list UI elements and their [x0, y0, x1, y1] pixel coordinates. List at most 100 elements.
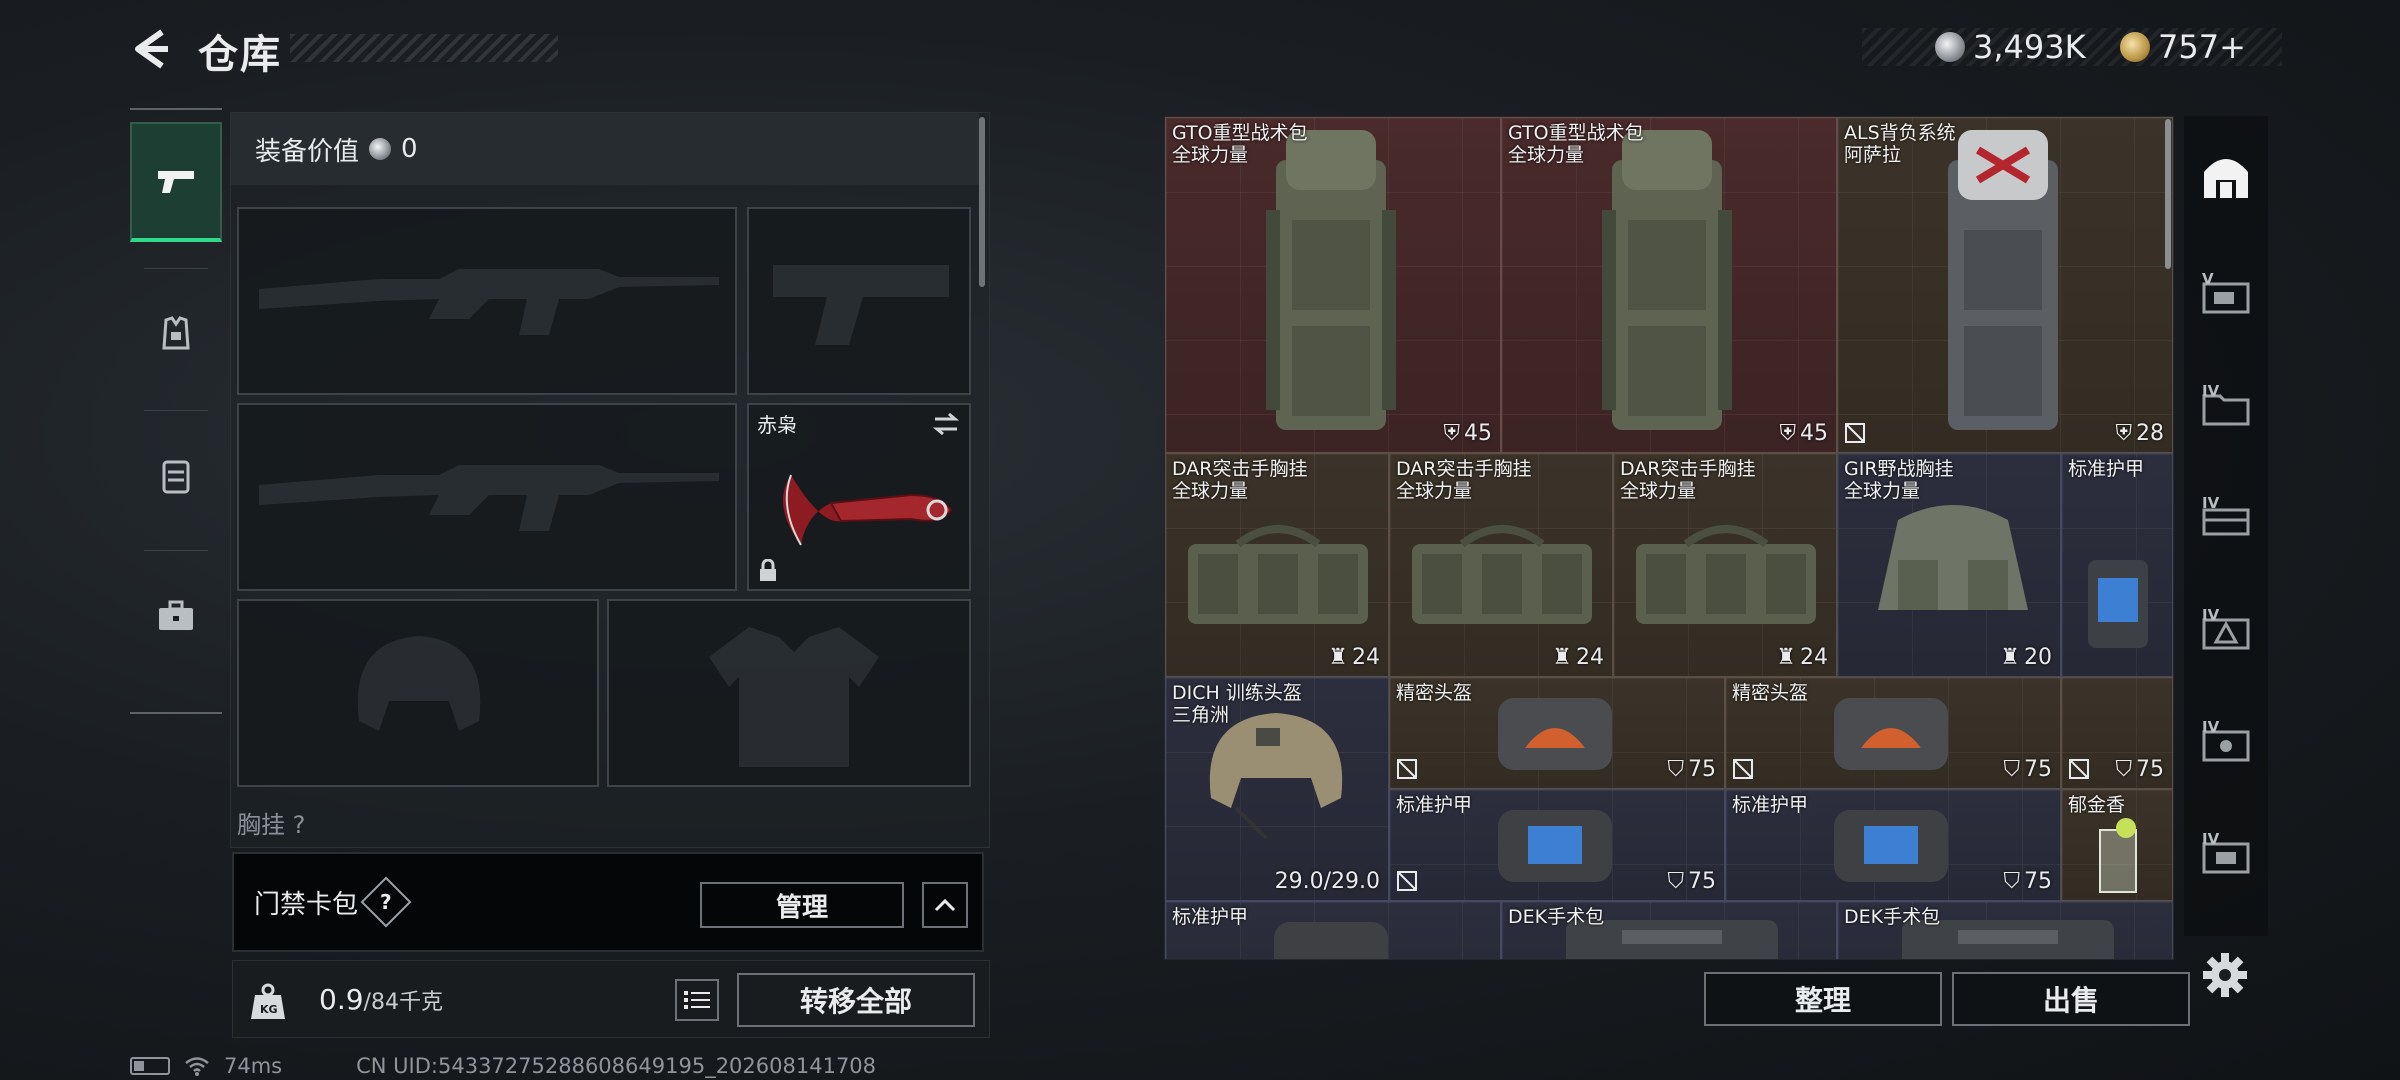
loadout-tabs: [130, 108, 222, 714]
sell-button[interactable]: 出售: [1952, 972, 2190, 1026]
chest-rig-item-icon: [1878, 505, 2028, 610]
inventory-item[interactable]: 精密头盔 ⛉ 75: [1389, 677, 1725, 789]
chest-rig-label: 胸挂 ?: [237, 811, 306, 839]
inventory-item[interactable]: 标准护甲: [1165, 901, 1501, 959]
lock-icon: [760, 559, 776, 581]
karambit-knife-icon: [783, 474, 953, 546]
warehouse-page-5[interactable]: IV: [2196, 712, 2256, 772]
item-name: DEK手术包: [1508, 906, 1605, 928]
equip-value-amount: 0: [401, 134, 418, 164]
swap-icon[interactable]: [931, 411, 961, 437]
shield-icon: ⛉: [1667, 869, 1684, 894]
page-title: 仓库: [198, 32, 282, 78]
warehouse-page-4[interactable]: IV: [2196, 600, 2256, 660]
sort-button[interactable]: 整理: [1704, 972, 1942, 1026]
cocktail-item-icon: [2099, 818, 2137, 893]
primary-weapon-slot[interactable]: [237, 207, 737, 395]
item-name: GIR野战胸挂 全球力量: [1844, 458, 1954, 502]
battery-icon: [130, 1057, 170, 1075]
secondary-weapon-slot[interactable]: [237, 403, 737, 591]
inventory-item[interactable]: 精密头盔 ⛉ 75: [1725, 677, 2061, 789]
inventory-item[interactable]: 标准护甲 ⛉ 75: [1725, 789, 2061, 901]
helmet-item-icon: [1834, 698, 1948, 770]
inventory-scrollbar[interactable]: [2165, 119, 2171, 269]
collapse-button[interactable]: [922, 882, 968, 928]
inventory-item[interactable]: 郁金香: [2061, 789, 2173, 901]
inventory-item[interactable]: DAR突击手胸挂 全球力量 ♜ 24: [1613, 453, 1837, 677]
warehouse-page-1[interactable]: V: [2196, 264, 2256, 324]
inventory-item[interactable]: DICH 训练头盔 三角洲 29.0/29.0: [1165, 677, 1389, 901]
tab-case[interactable]: [130, 556, 222, 676]
access-card-label: 门禁卡包: [254, 889, 359, 920]
backpack-item-icon: [1266, 130, 1396, 430]
item-name: 精密头盔: [1732, 682, 1809, 704]
transfer-all-button[interactable]: 转移全部: [737, 973, 975, 1027]
tab-armor[interactable]: [130, 274, 222, 394]
capacity-icon: ⛨: [1443, 421, 1460, 446]
pistol-silhouette-icon: [773, 265, 949, 345]
silver-currency[interactable]: 3,493K: [1935, 28, 2086, 66]
item-capacity-badge: ♜ 24: [1776, 645, 1828, 670]
silver-coin-icon: [369, 138, 392, 160]
inventory-item[interactable]: GIR野战胸挂 全球力量 ♜ 20: [1837, 453, 2061, 677]
help-button[interactable]: ?: [360, 876, 412, 928]
tab-weapons[interactable]: [130, 122, 222, 242]
inventory-grid: GTO重型战术包 全球力量 ⛨ 45 GTO重型战术包 全球力量 ⛨ 45 AL…: [1165, 117, 2173, 959]
ping-text: 74ms: [224, 1054, 283, 1078]
inventory-item[interactable]: ALS背负系统 阿萨拉 ⛨ 28: [1837, 117, 2173, 453]
capacity-icon: ♜: [2000, 645, 2020, 670]
inventory-item[interactable]: ⛉ 75: [2061, 677, 2173, 789]
inventory-item[interactable]: DAR突击手胸挂 全球力量 ♜ 24: [1165, 453, 1389, 677]
weight-current: 0.9: [319, 983, 364, 1016]
gold-amount: 757+: [2158, 28, 2246, 66]
back-arrow-icon[interactable]: [128, 26, 174, 72]
warehouse-all-button[interactable]: [2196, 146, 2256, 206]
inventory-item[interactable]: GTO重型战术包 全球力量 ⛨ 45: [1501, 117, 1837, 453]
melee-slot[interactable]: 赤枭: [747, 403, 971, 591]
no-insurance-icon: [1733, 759, 1753, 779]
inventory-item[interactable]: DAR突击手胸挂 全球力量 ♜ 24: [1389, 453, 1613, 677]
item-name: 标准护甲: [2068, 458, 2145, 480]
manage-button[interactable]: 管理: [700, 882, 904, 928]
helmet-slot[interactable]: [237, 599, 599, 787]
item-capacity-badge: ♜ 24: [1552, 645, 1604, 670]
backpack-item-icon: [1602, 130, 1732, 430]
inventory-item[interactable]: 标准护甲 ⛉ 75: [1389, 789, 1725, 901]
loadout-panel: 装备价值 0 赤枭 胸挂 ?: [230, 112, 990, 848]
capacity-icon: ♜: [1776, 645, 1796, 670]
inventory-item[interactable]: DEK手术包: [1501, 901, 1837, 959]
capacity-icon: ⛨: [1779, 421, 1796, 446]
helmet-silhouette-icon: [357, 636, 481, 731]
sidearm-slot[interactable]: [747, 207, 971, 395]
warehouse-page-2[interactable]: IV: [2196, 376, 2256, 436]
tab-backpack[interactable]: [130, 416, 222, 536]
level-label: V: [2202, 270, 2214, 288]
weight-kg-icon: KG: [251, 983, 285, 1019]
loadout-scrollbar[interactable]: [979, 117, 985, 287]
body-armor-slot[interactable]: [607, 599, 971, 787]
item-name: 标准护甲: [1396, 794, 1473, 816]
uid-text: CN UID:543372752886086491​95_20260814170…: [356, 1054, 877, 1078]
gold-currency[interactable]: 757+: [2120, 28, 2246, 66]
item-capacity-badge: ⛨ 45: [1779, 421, 1828, 446]
level-label: IV: [2202, 830, 2220, 848]
chest-rig-item-icon: [1188, 525, 1368, 624]
inventory-item[interactable]: DEK手术包: [1837, 901, 2173, 959]
chevron-up-icon: [934, 898, 956, 912]
item-armor-badge: ⛉ 75: [2003, 869, 2052, 894]
list-view-button[interactable]: [675, 979, 719, 1021]
knife-name: 赤枭: [757, 413, 797, 437]
helmet-item-icon: [1498, 698, 1612, 770]
settings-gear-icon[interactable]: [2200, 950, 2250, 1000]
warehouse-page-6[interactable]: IV: [2196, 824, 2256, 884]
item-capacity-badge: ♜ 24: [1328, 645, 1380, 670]
inventory-item[interactable]: GTO重型战术包 全球力量 ⛨ 45: [1165, 117, 1501, 453]
armor-silhouette-icon: [709, 627, 879, 767]
gold-coin-icon: [2120, 32, 2150, 62]
warehouse-page-3[interactable]: IV: [2196, 488, 2256, 548]
briefcase-icon: [159, 600, 193, 630]
item-name: 标准护甲: [1172, 906, 1249, 928]
item-name: 标准护甲: [1732, 794, 1809, 816]
inventory-item[interactable]: 标准护甲: [2061, 453, 2173, 677]
access-card-bar: 门禁卡包 ? 管理: [232, 852, 984, 952]
